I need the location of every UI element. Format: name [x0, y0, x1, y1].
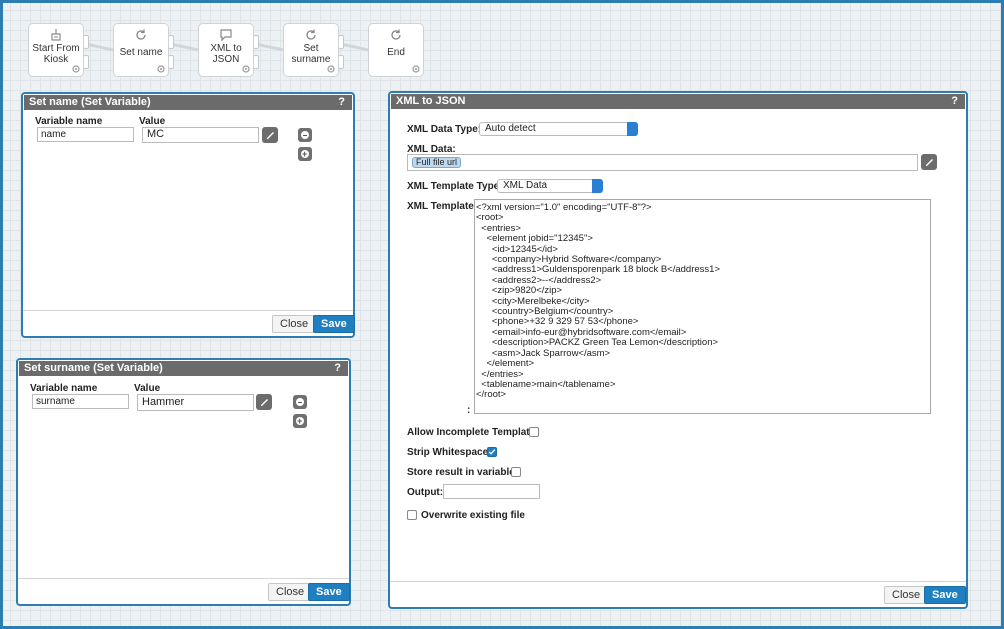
- close-button[interactable]: Close: [884, 586, 929, 604]
- edit-value-button[interactable]: [256, 394, 272, 410]
- select-value: Auto detect: [485, 123, 536, 134]
- output-label: Output:: [407, 487, 444, 498]
- xml-data-input[interactable]: Full file url: [407, 154, 918, 171]
- node-label: Start From Kiosk: [32, 43, 80, 65]
- workflow-node-end[interactable]: End: [368, 23, 424, 77]
- chevron-updown-icon: [592, 179, 603, 193]
- node-label: Set surname: [291, 43, 331, 65]
- remove-row-button[interactable]: [298, 128, 312, 142]
- close-button[interactable]: Close: [268, 583, 313, 601]
- save-button[interactable]: Save: [313, 315, 355, 333]
- save-button[interactable]: Save: [308, 583, 350, 601]
- panel-title-bar: Set surname (Set Variable) ?: [19, 361, 348, 376]
- pencil-icon: [267, 132, 274, 139]
- select-value: XML Data: [503, 180, 548, 191]
- refresh-icon: [136, 29, 146, 40]
- edit-value-button[interactable]: [262, 127, 278, 143]
- connector: [172, 43, 199, 52]
- pencil-icon: [926, 159, 933, 166]
- connector: [342, 43, 369, 52]
- value-label: Value: [134, 383, 161, 394]
- store-result-checkbox[interactable]: [511, 467, 521, 477]
- panel-footer: Close Save: [18, 578, 350, 604]
- panel-title-bar: Set name (Set Variable) ?: [24, 95, 352, 110]
- check-icon: [488, 449, 496, 455]
- add-row-button[interactable]: [293, 414, 307, 428]
- xml-template-type-label: XML Template Type:: [407, 181, 503, 192]
- xml-template-label: XML Template: [407, 201, 474, 212]
- gear-icon[interactable]: [72, 65, 80, 73]
- edit-xml-data-button[interactable]: [921, 154, 937, 170]
- workflow-node-set-surname[interactable]: Set surname: [283, 23, 339, 77]
- value-label: Value: [139, 116, 166, 127]
- xml-template-colon: :: [467, 405, 471, 416]
- gear-icon[interactable]: [412, 65, 420, 73]
- xml-data-type-label: XML Data Type:: [407, 124, 482, 135]
- template-line: </root>: [476, 389, 507, 401]
- overwrite-existing-file-checkbox[interactable]: [407, 510, 417, 520]
- speech-bubble-icon: [220, 29, 232, 42]
- set-surname-panel: Set surname (Set Variable) ? Variable na…: [16, 358, 351, 606]
- remove-row-button[interactable]: [293, 395, 307, 409]
- help-button[interactable]: ?: [338, 95, 345, 110]
- value-input[interactable]: Hammer: [137, 394, 254, 411]
- store-result-label: Store result in variable:: [407, 467, 519, 478]
- xml-template-textarea[interactable]: <?xml version="1.0" encoding="UTF-8"?> <r…: [474, 199, 931, 414]
- set-name-panel: Set name (Set Variable) ? Variable name …: [21, 92, 355, 338]
- chevron-updown-icon: [627, 122, 638, 136]
- allow-incomplete-template-label: Allow Incomplete Template:: [407, 427, 539, 438]
- strip-whitespace-checkbox[interactable]: [487, 447, 497, 457]
- output-input[interactable]: [443, 484, 540, 499]
- template-line: <root>: [476, 212, 504, 224]
- node-label: End: [387, 47, 405, 58]
- full-file-url-chip[interactable]: Full file url: [412, 157, 462, 168]
- panel-footer: Close Save: [23, 310, 355, 336]
- gear-icon[interactable]: [242, 65, 250, 73]
- strip-whitespace-label: Strip Whitespace:: [407, 447, 492, 458]
- node-label: XML to JSON: [210, 43, 242, 65]
- overwrite-existing-file-label: Overwrite existing file: [421, 510, 525, 521]
- save-button[interactable]: Save: [924, 586, 966, 604]
- panel-title-bar: XML to JSON ?: [391, 94, 965, 109]
- xml-to-json-panel: XML to JSON ? XML Data Type: Auto detect…: [388, 91, 968, 609]
- connector: [87, 43, 114, 52]
- refresh-icon: [306, 29, 316, 40]
- help-button[interactable]: ?: [334, 361, 341, 376]
- template-line: <asm>Jack Sparrow</asm>: [476, 347, 611, 359]
- workflow-node-xml-to-json[interactable]: XML to JSON: [198, 23, 254, 77]
- help-button[interactable]: ?: [951, 94, 958, 109]
- close-button[interactable]: Close: [272, 315, 317, 333]
- variable-name-input[interactable]: name: [37, 127, 134, 142]
- connector: [257, 43, 284, 52]
- panel-footer: Close Save: [390, 581, 966, 607]
- template-line: </element>: [476, 358, 535, 370]
- panel-title: Set surname (Set Variable): [24, 362, 163, 374]
- add-row-button[interactable]: [298, 147, 312, 161]
- xml-data-type-select[interactable]: Auto detect: [479, 122, 638, 136]
- variable-name-input[interactable]: surname: [32, 394, 129, 409]
- workflow-node-set-name[interactable]: Set name: [113, 23, 169, 77]
- node-label: Set name: [119, 47, 163, 58]
- gear-icon[interactable]: [327, 65, 335, 73]
- template-line: <?xml version="1.0" encoding="UTF-8"?>: [476, 202, 652, 213]
- allow-incomplete-template-checkbox[interactable]: [529, 427, 539, 437]
- kiosk-icon: [51, 29, 61, 41]
- value-input[interactable]: MC: [142, 127, 259, 143]
- refresh-icon: [391, 29, 401, 40]
- pencil-icon: [261, 399, 268, 406]
- variable-name-label: Variable name: [30, 383, 98, 394]
- panel-title: Set name (Set Variable): [29, 96, 151, 108]
- xml-template-type-select[interactable]: XML Data: [497, 179, 603, 193]
- gear-icon[interactable]: [157, 65, 165, 73]
- template-line: <tablename>main</tablename>: [476, 378, 616, 390]
- workflow-node-start-from-kiosk[interactable]: Start From Kiosk: [28, 23, 84, 77]
- variable-name-label: Variable name: [35, 116, 103, 127]
- panel-title: XML to JSON: [396, 95, 466, 107]
